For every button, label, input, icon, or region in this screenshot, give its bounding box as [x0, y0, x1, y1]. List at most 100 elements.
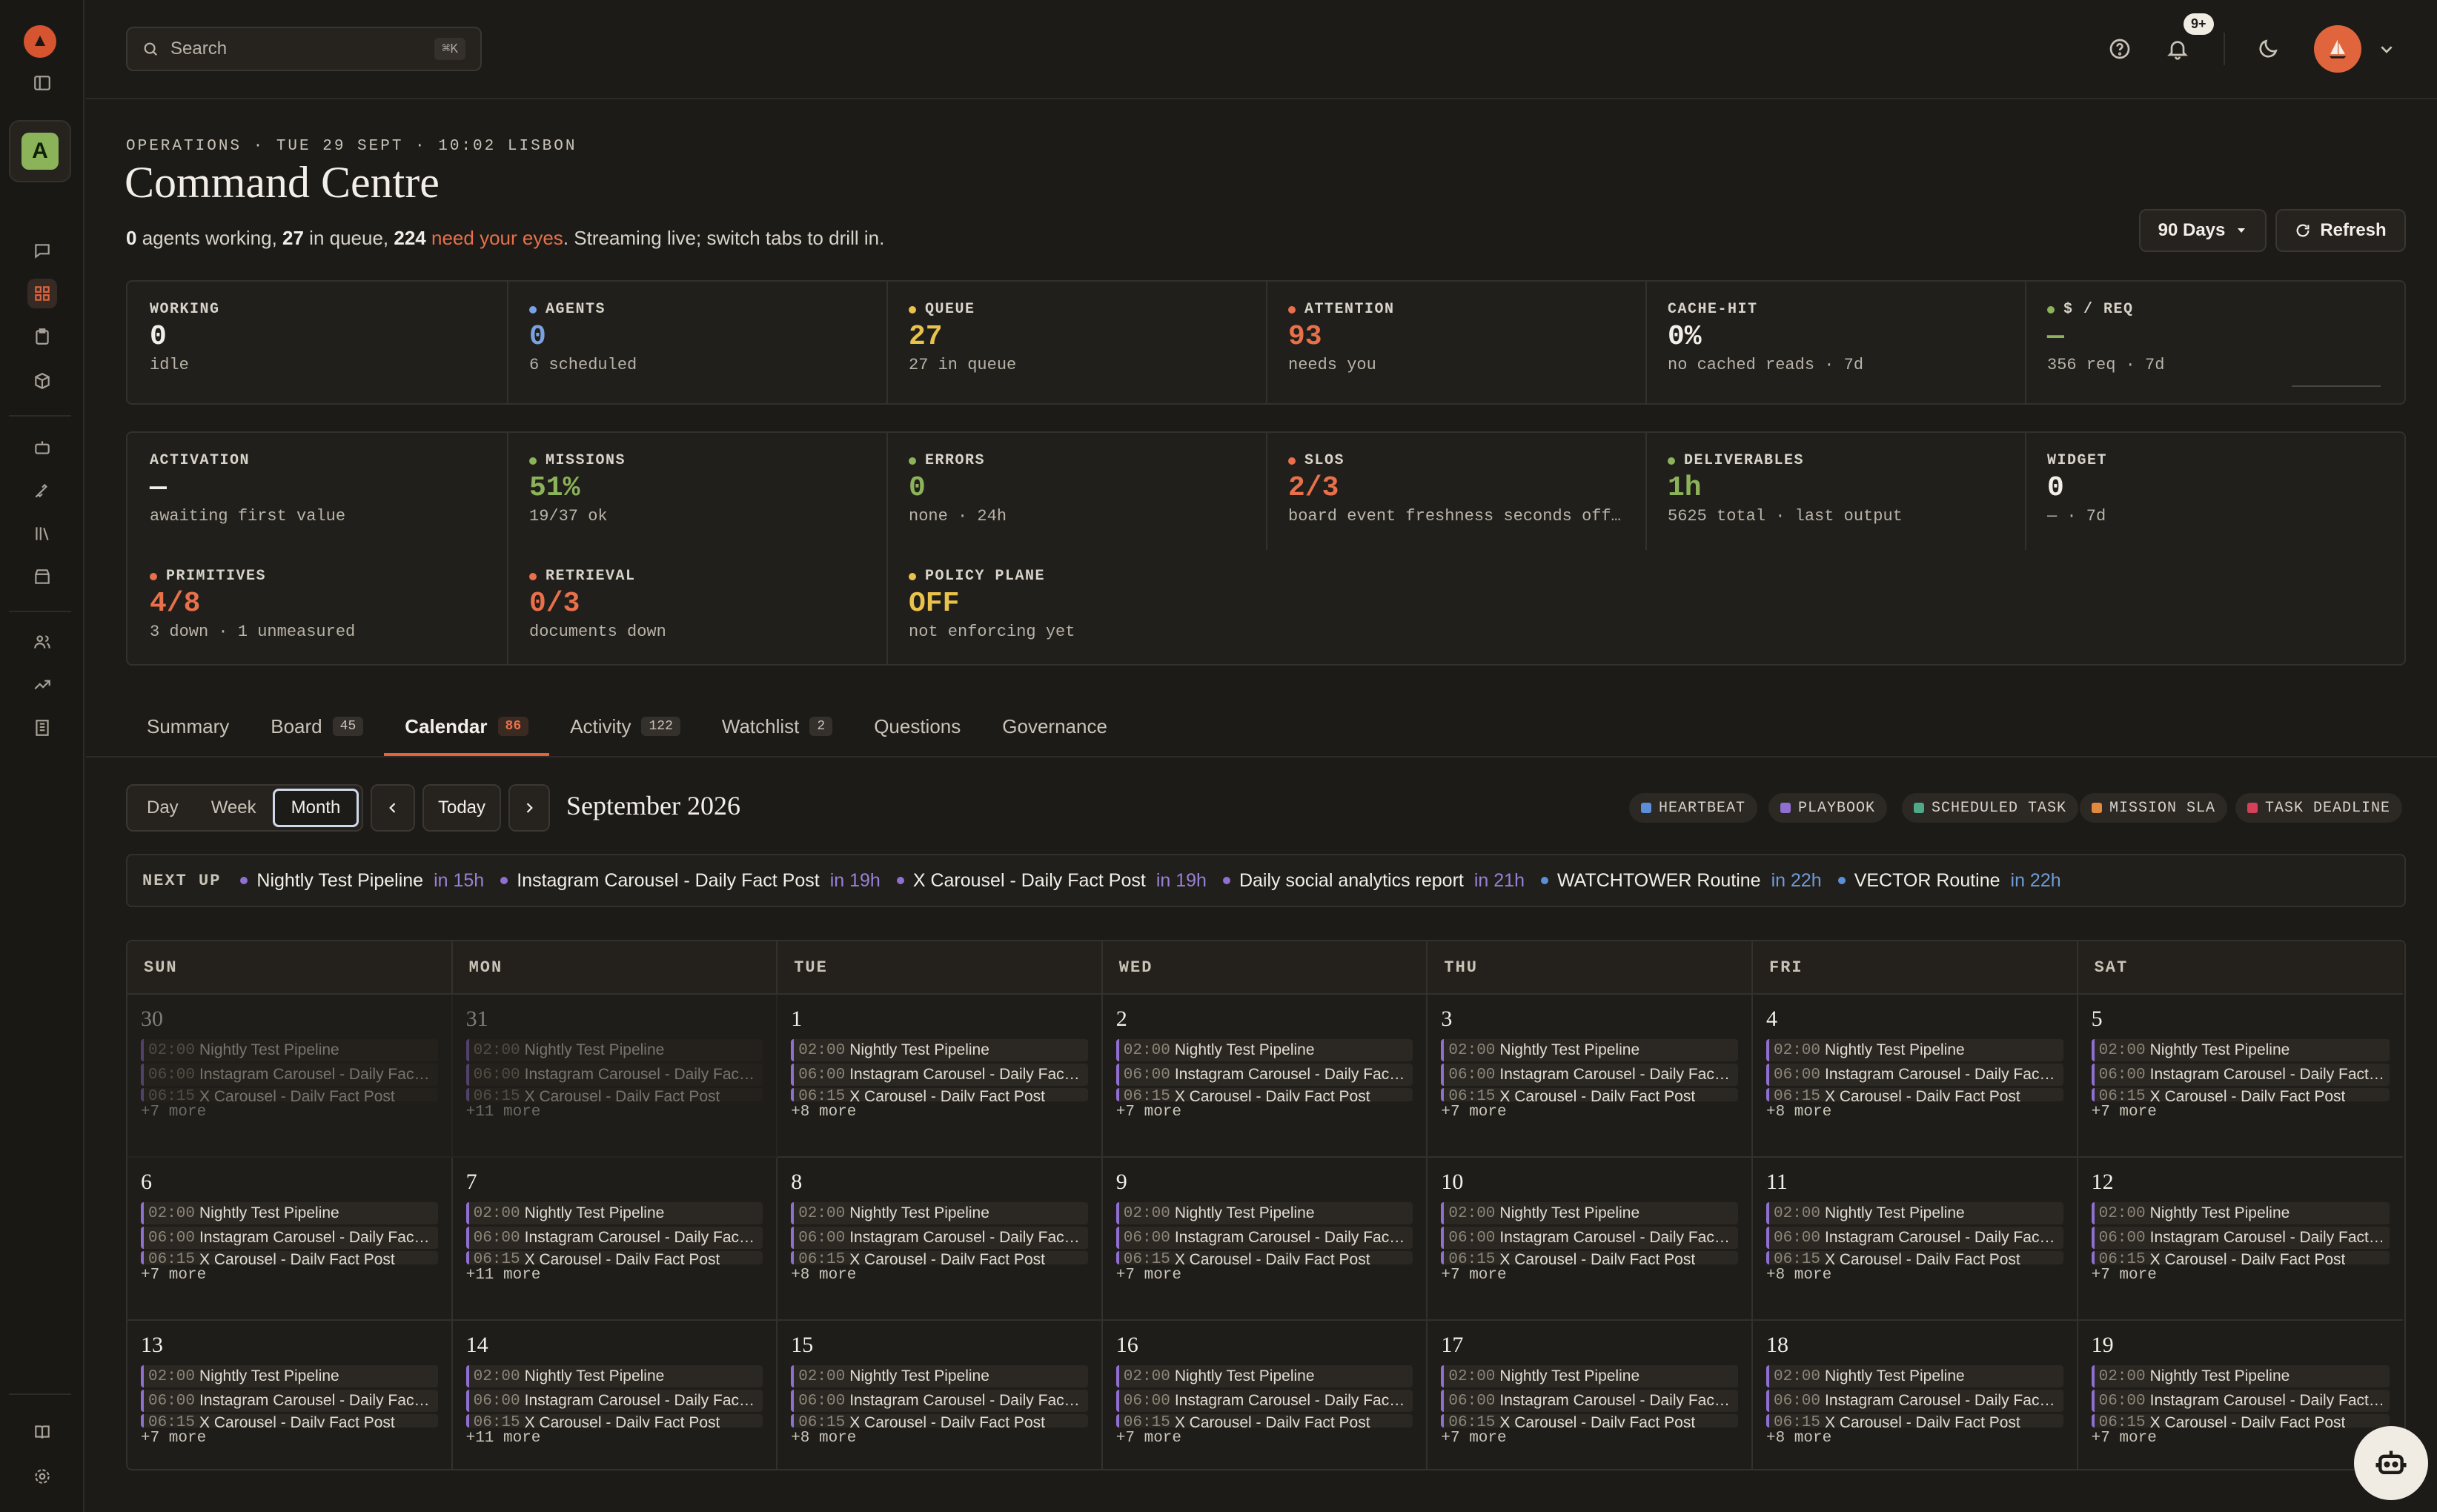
more-events-link[interactable]: +7 more: [1441, 1104, 1738, 1121]
prev-month-button[interactable]: [371, 784, 415, 832]
users-icon[interactable]: [27, 627, 57, 657]
stat--req[interactable]: $ / REQ — 356 req · 7d: [2047, 301, 2390, 374]
next-up-item[interactable]: X Carousel - Daily Fact Post in 19h: [896, 870, 1207, 892]
more-events-link[interactable]: +7 more: [141, 1267, 438, 1284]
more-events-link[interactable]: +7 more: [2092, 1267, 2390, 1284]
user-avatar[interactable]: [2314, 25, 2361, 73]
calendar-event[interactable]: 02:00 Nightly Test Pipeline: [791, 1039, 1088, 1061]
calendar-day-cell[interactable]: 12 02:00 Nightly Test Pipeline 06:00 Instagr…: [2078, 1158, 2404, 1321]
calendar-event[interactable]: 06:15 X Carousel - Daily Fact Post: [1441, 1251, 1738, 1264]
calendar-event[interactable]: 02:00 Nightly Test Pipeline: [465, 1202, 763, 1224]
more-events-link[interactable]: +8 more: [1766, 1104, 2063, 1121]
calendar-event[interactable]: 02:00 Nightly Test Pipeline: [465, 1039, 763, 1061]
calendar-event[interactable]: 06:15 X Carousel - Daily Fact Post: [465, 1088, 763, 1101]
calendar-event[interactable]: 02:00 Nightly Test Pipeline: [1115, 1365, 1413, 1387]
moon-icon[interactable]: [2250, 31, 2286, 67]
calendar-event[interactable]: 06:00 Instagram Carousel - Daily Fact…: [2091, 1227, 2390, 1249]
calendar-event[interactable]: 02:00 Nightly Test Pipeline: [141, 1365, 438, 1387]
stat-widget[interactable]: WIDGET 0 — · 7d: [2047, 452, 2390, 525]
book-icon[interactable]: [27, 1417, 57, 1447]
dashboard-icon[interactable]: [27, 279, 57, 308]
calendar-event[interactable]: 06:00 Instagram Carousel - Daily Fac…: [465, 1227, 763, 1249]
view-month-button[interactable]: Month: [272, 789, 359, 827]
calendar-event[interactable]: 06:15 X Carousel - Daily Fact Post: [1441, 1414, 1738, 1428]
more-events-link[interactable]: +7 more: [141, 1104, 438, 1121]
calendar-event[interactable]: 02:00 Nightly Test Pipeline: [1115, 1202, 1413, 1224]
calendar-event[interactable]: 06:15 X Carousel - Daily Fact Post: [791, 1088, 1088, 1101]
plug-icon[interactable]: [27, 476, 57, 505]
calendar-event[interactable]: 06:00 Instagram Carousel - Daily Fac…: [1441, 1227, 1738, 1249]
view-day-button[interactable]: Day: [130, 789, 195, 827]
calendar-event[interactable]: 06:00 Instagram Carousel - Daily Fac…: [1441, 1064, 1738, 1086]
calendar-event[interactable]: 02:00 Nightly Test Pipeline: [141, 1202, 438, 1224]
search-input[interactable]: Search ⌘K: [126, 27, 482, 71]
calendar-event[interactable]: 06:15 X Carousel - Daily Fact Post: [1766, 1414, 2063, 1428]
calendar-event[interactable]: 02:00 Nightly Test Pipeline: [2091, 1365, 2390, 1387]
package-icon[interactable]: [27, 366, 57, 396]
legend-task-deadline[interactable]: TASK DEADLINE: [2235, 793, 2403, 823]
calendar-event[interactable]: 06:15 X Carousel - Daily Fact Post: [141, 1088, 438, 1101]
calendar-event[interactable]: 06:15 X Carousel - Daily Fact Post: [1115, 1414, 1413, 1428]
calendar-day-cell[interactable]: 31 02:00 Nightly Test Pipeline 06:00 Instagr…: [452, 995, 778, 1158]
calendar-day-cell[interactable]: 8 02:00 Nightly Test Pipeline 06:00 Instagra…: [777, 1158, 1103, 1321]
calendar-event[interactable]: 06:15 X Carousel - Daily Fact Post: [2091, 1088, 2390, 1101]
calendar-event[interactable]: 02:00 Nightly Test Pipeline: [1766, 1202, 2063, 1224]
more-events-link[interactable]: +11 more: [466, 1267, 763, 1284]
calendar-day-cell[interactable]: 14 02:00 Nightly Test Pipeline 06:00 Instagr…: [453, 1321, 778, 1469]
calendar-day-cell[interactable]: 10 02:00 Nightly Test Pipeline 06:00 Instagr…: [1428, 1158, 1753, 1321]
calendar-event[interactable]: 06:15 X Carousel - Daily Fact Post: [1766, 1088, 2063, 1101]
calendar-event[interactable]: 06:00 Instagram Carousel - Daily Fac…: [791, 1064, 1088, 1086]
calendar-event[interactable]: 06:00 Instagram Carousel - Daily Fac…: [141, 1390, 438, 1412]
stat-missions[interactable]: MISSIONS 51% 19/37 ok: [529, 452, 872, 525]
calendar-event[interactable]: 02:00 Nightly Test Pipeline: [791, 1365, 1088, 1387]
calendar-event[interactable]: 06:15 X Carousel - Daily Fact Post: [1115, 1088, 1413, 1101]
calendar-day-cell[interactable]: 3 02:00 Nightly Test Pipeline 06:00 Instagra…: [1428, 995, 1753, 1158]
more-events-link[interactable]: +7 more: [1441, 1430, 1738, 1447]
calendar-day-cell[interactable]: 18 02:00 Nightly Test Pipeline 06:00 Instagr…: [1753, 1321, 2078, 1469]
stat-retrieval[interactable]: RETRIEVAL 0/3 documents down: [529, 568, 872, 641]
settings-gear-icon[interactable]: [27, 1462, 57, 1491]
view-week-button[interactable]: Week: [195, 789, 273, 827]
calendar-event[interactable]: 06:15 X Carousel - Daily Fact Post: [141, 1251, 438, 1264]
tab-board[interactable]: Board 45: [250, 697, 384, 756]
more-events-link[interactable]: +8 more: [1766, 1430, 2063, 1447]
calendar-event[interactable]: 06:00 Instagram Carousel - Daily Fac…: [791, 1227, 1088, 1249]
calendar-event[interactable]: 06:00 Instagram Carousel - Daily Fac…: [1115, 1390, 1413, 1412]
clipboard-icon[interactable]: [27, 322, 57, 351]
calendar-day-cell[interactable]: 5 02:00 Nightly Test Pipeline 06:00 Instagra…: [2078, 995, 2404, 1158]
calendar-event[interactable]: 06:15 X Carousel - Daily Fact Post: [1115, 1251, 1413, 1264]
chat-icon[interactable]: [27, 236, 57, 265]
chevron-down-icon[interactable]: [2369, 31, 2404, 67]
calendar-event[interactable]: 06:00 Instagram Carousel - Daily Fac…: [1115, 1064, 1413, 1086]
refresh-button[interactable]: Refresh: [2275, 209, 2406, 252]
calendar-event[interactable]: 06:00 Instagram Carousel - Daily Fac…: [1766, 1227, 2063, 1249]
calendar-day-cell[interactable]: 15 02:00 Nightly Test Pipeline 06:00 Instagr…: [777, 1321, 1103, 1469]
stat-errors[interactable]: ERRORS 0 none · 24h: [909, 452, 1251, 525]
stat-activation[interactable]: ACTIVATION — awaiting first value: [150, 452, 492, 525]
tab-calendar[interactable]: Calendar 86: [384, 697, 550, 756]
calendar-event[interactable]: 02:00 Nightly Test Pipeline: [2091, 1039, 2390, 1061]
legend-heartbeat[interactable]: HEARTBEAT: [1629, 793, 1758, 823]
calendar-event[interactable]: 02:00 Nightly Test Pipeline: [1441, 1202, 1738, 1224]
more-events-link[interactable]: +11 more: [466, 1430, 763, 1447]
stat-policy-plane[interactable]: POLICY PLANE OFF not enforcing yet: [909, 568, 1251, 641]
next-month-button[interactable]: [508, 784, 550, 832]
calendar-event[interactable]: 06:00 Instagram Carousel - Daily Fac…: [791, 1390, 1088, 1412]
calendar-event[interactable]: 02:00 Nightly Test Pipeline: [1441, 1365, 1738, 1387]
calendar-day-cell[interactable]: 11 02:00 Nightly Test Pipeline 06:00 Instagr…: [1753, 1158, 2078, 1321]
calendar-event[interactable]: 06:15 X Carousel - Daily Fact Post: [2091, 1414, 2390, 1428]
legend-playbook[interactable]: PLAYBOOK: [1768, 793, 1888, 823]
next-up-item[interactable]: Instagram Carousel - Daily Fact Post in 1…: [500, 870, 881, 892]
calendar-day-cell[interactable]: 1 02:00 Nightly Test Pipeline 06:00 Instagra…: [777, 995, 1103, 1158]
more-events-link[interactable]: +7 more: [1116, 1430, 1413, 1447]
tab-governance[interactable]: Governance: [981, 697, 1128, 756]
tab-activity[interactable]: Activity 122: [549, 697, 701, 756]
next-up-item[interactable]: WATCHTOWER Routine in 22h: [1540, 870, 1822, 892]
calendar-event[interactable]: 06:00 Instagram Carousel - Daily Fac…: [1441, 1390, 1738, 1412]
trend-icon[interactable]: [27, 670, 57, 700]
tab-summary[interactable]: Summary: [126, 697, 250, 756]
stat-agents[interactable]: AGENTS 0 6 scheduled: [529, 301, 872, 374]
calendar-event[interactable]: 06:00 Instagram Carousel - Daily Fac…: [1115, 1227, 1413, 1249]
calendar-event[interactable]: 06:00 Instagram Carousel - Daily Fact…: [2091, 1390, 2390, 1412]
more-events-link[interactable]: +8 more: [791, 1104, 1088, 1121]
